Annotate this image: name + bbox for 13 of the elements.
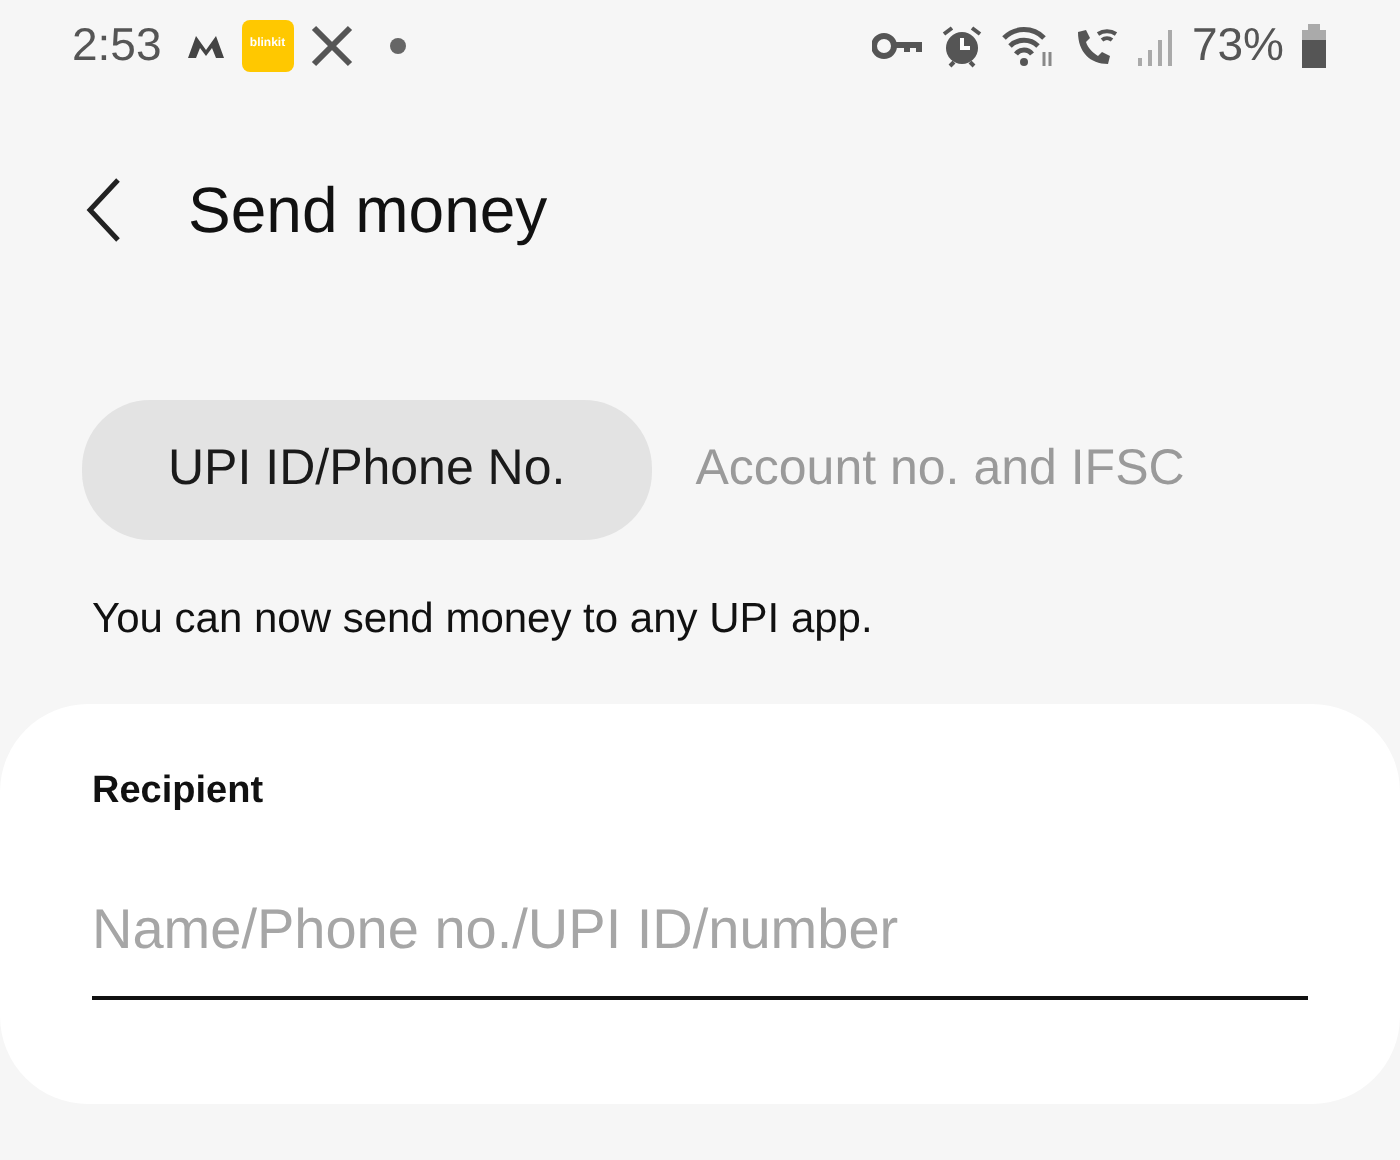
dot-icon xyxy=(389,37,406,53)
recipient-label: Recipient xyxy=(92,767,266,815)
battery-percent: 73% xyxy=(1191,16,1284,75)
alarm-icon xyxy=(939,23,984,67)
key-icon xyxy=(871,31,924,59)
battery-icon xyxy=(1300,21,1328,69)
x-logo-icon xyxy=(309,23,354,67)
wifi-icon xyxy=(999,23,1056,67)
m-logo-icon xyxy=(185,31,226,59)
info-text: You can now send money to any UPI app. xyxy=(90,594,875,646)
tab[interactable]: UPI ID/Phone No. xyxy=(82,400,652,540)
page-title: Send money xyxy=(188,172,548,250)
status-time: 2:53 xyxy=(72,16,162,75)
